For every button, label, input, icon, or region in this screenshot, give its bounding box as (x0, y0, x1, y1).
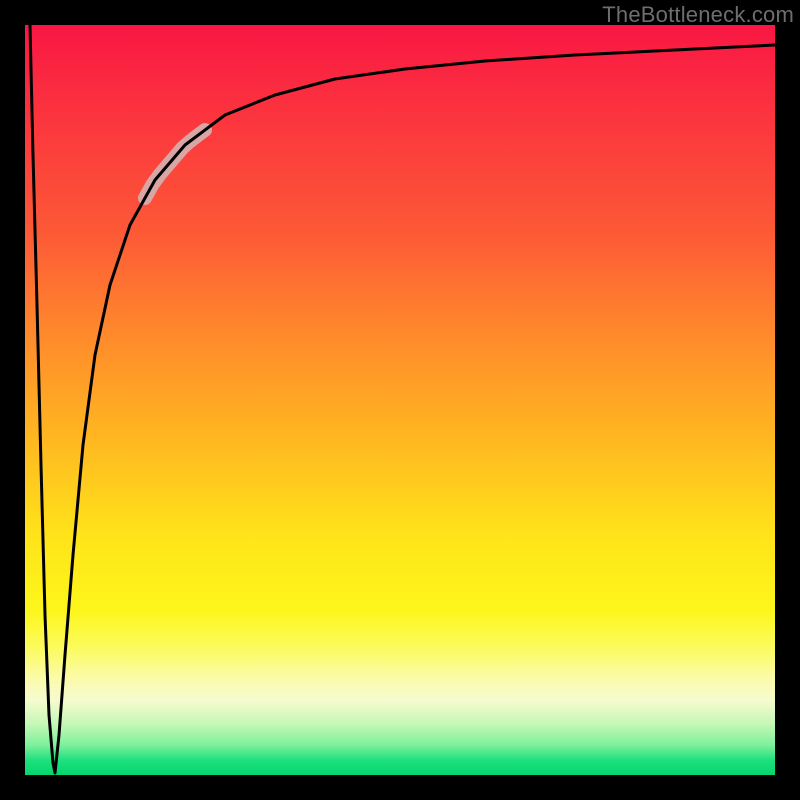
chart-frame: TheBottleneck.com (0, 0, 800, 800)
curve-layer (25, 25, 775, 775)
plot-area (25, 25, 775, 775)
curve-highlight (145, 130, 205, 198)
curve-main (30, 25, 775, 773)
